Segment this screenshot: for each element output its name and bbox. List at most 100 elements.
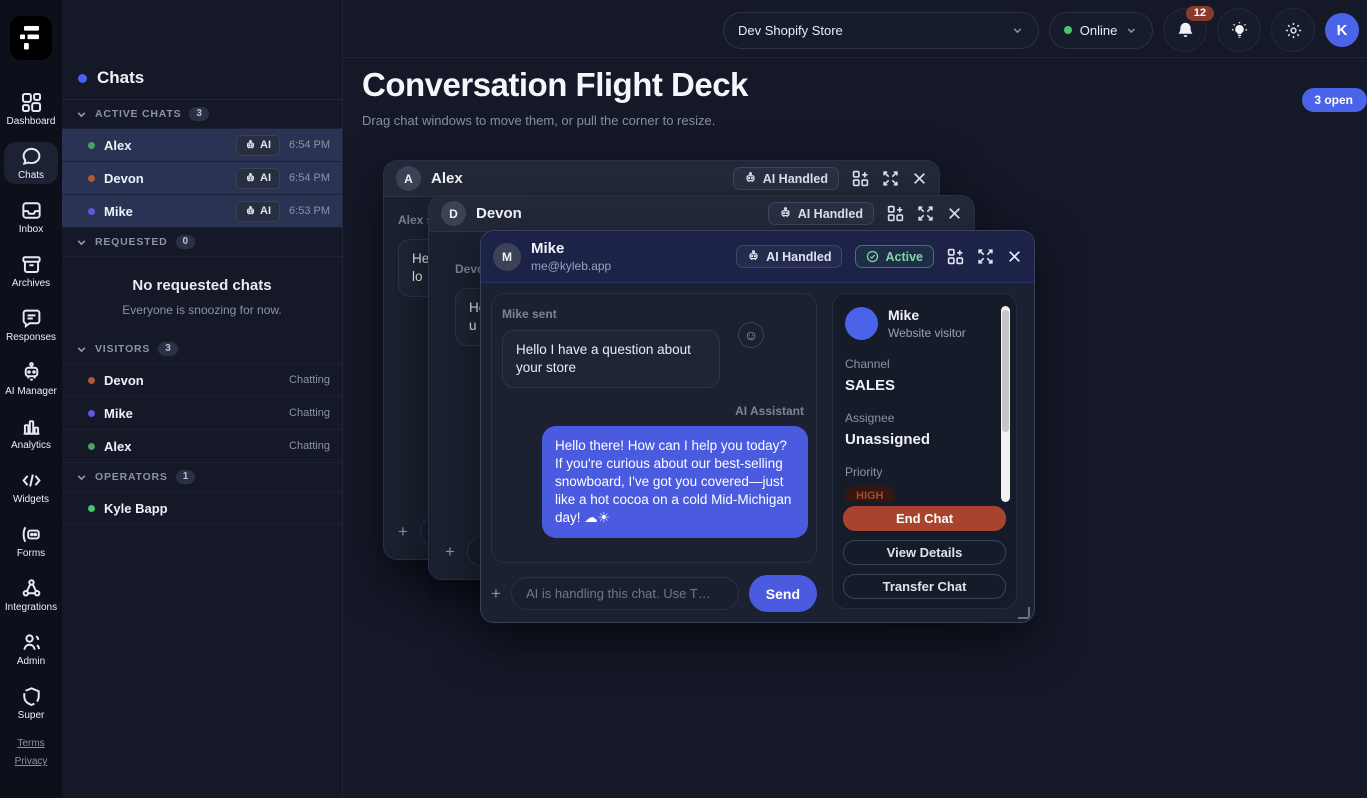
chevron-down-icon [76,237,87,248]
notifications-button[interactable]: 12 [1163,8,1207,52]
chevron-down-icon [1011,24,1024,37]
ai-badge-label: AI [260,139,271,151]
sidebar-item-ai-manager[interactable]: AI Manager [4,358,58,400]
expand-button[interactable] [882,170,899,187]
section-label: OPERATORS [95,471,168,483]
ai-handled-badge: AI Handled [736,245,842,268]
scrollbar-thumb[interactable] [1002,310,1009,432]
attach-button[interactable]: + [398,522,408,542]
ai-badge: AI [236,201,280,222]
chats-icon [21,146,42,167]
sidebar-item-archives[interactable]: Archives [4,250,58,292]
window-header-alex[interactable]: A Alex AI Handled [384,161,939,197]
visitor-name: Devon [104,373,280,388]
attach-button[interactable]: + [445,542,455,562]
sidebar-item-dashboard[interactable]: Dashboard [4,88,58,130]
close-button[interactable] [1007,249,1022,264]
privacy-link[interactable]: Privacy [15,756,48,767]
end-chat-button[interactable]: End Chat [843,506,1006,531]
chats-panel: Chats ACTIVE CHATS 3 Alex AI 6:54 PM Dev… [62,0,343,798]
section-label: ACTIVE CHATS [95,108,181,120]
sidebar-item-integrations[interactable]: Integrations [4,574,58,616]
close-button[interactable] [947,206,962,221]
sidebar-item-label: Admin [17,656,45,667]
close-button[interactable] [912,171,927,186]
ai-handled-label: AI Handled [766,250,831,264]
window-header-devon[interactable]: D Devon AI Handled [429,196,974,232]
presence-dot [88,175,95,182]
presence-dot [88,142,95,149]
details-scrollbar[interactable] [1001,306,1010,502]
grid-plus-icon [852,170,869,187]
section-visitors[interactable]: VISITORS 3 [62,335,342,364]
sidebar-item-widgets[interactable]: Widgets [4,466,58,508]
user-avatar[interactable]: K [1325,13,1359,47]
operator-row-kyle[interactable]: Kyle Bapp [62,492,342,525]
lightbulb-icon [1230,21,1249,40]
terms-link[interactable]: Terms [17,738,44,749]
visitor-row-mike[interactable]: Mike Chatting [62,397,342,430]
chats-panel-title: Chats [97,68,144,88]
section-active-chats[interactable]: ACTIVE CHATS 3 [62,100,342,129]
expand-button[interactable] [977,248,994,265]
expand-button[interactable] [917,205,934,222]
status-selector[interactable]: Online [1049,12,1153,49]
tips-button[interactable] [1217,8,1261,52]
minimize-to-grid-button[interactable] [887,205,904,222]
sidebar-item-responses[interactable]: Responses [4,304,58,346]
send-button[interactable]: Send [749,575,817,612]
section-operators[interactable]: OPERATORS 1 [62,463,342,492]
sidebar-item-admin[interactable]: Admin [4,628,58,670]
chats-status-dot [78,74,87,83]
ai-badge: AI [236,168,280,189]
composer-mike: + Send [491,575,817,612]
chat-row-mike[interactable]: Mike AI 6:53 PM [62,195,342,228]
sidebar-item-super[interactable]: Super [4,682,58,724]
empty-state-subtitle: Everyone is snoozing for now. [78,303,326,317]
sidebar-item-label: Dashboard [7,116,56,127]
online-dot [1064,26,1072,34]
presence-dot [88,443,95,450]
window-header-mike[interactable]: M Mike me@kyleb.app AI Handled Active [481,231,1034,283]
sidebar-item-chats[interactable]: Chats [4,142,58,184]
minimize-to-grid-button[interactable] [852,170,869,187]
store-selector[interactable]: Dev Shopify Store [723,12,1039,49]
visitor-row-devon[interactable]: Devon Chatting [62,364,342,397]
sidebar-item-label: Archives [12,278,50,289]
message-input[interactable] [511,577,739,610]
expand-icon [882,170,899,187]
sidebar-item-label: Analytics [11,440,51,451]
responses-icon [21,308,42,329]
sidebar-item-label: Super [18,710,45,721]
ai-message-bubble: Hello there! How can I help you today? I… [542,426,808,538]
sidebar-item-label: Integrations [5,602,57,613]
visitor-message-bubble: Hello I have a question about your store [502,330,720,388]
transfer-chat-button[interactable]: Transfer Chat [843,574,1006,599]
sidebar-item-inbox[interactable]: Inbox [4,196,58,238]
chevron-down-icon [76,344,87,355]
view-details-button[interactable]: View Details [843,540,1006,565]
attach-button[interactable]: + [491,584,501,604]
rail-footer: Terms Privacy [15,738,48,767]
expand-icon [917,205,934,222]
minimize-to-grid-button[interactable] [947,248,964,265]
visitor-row-alex[interactable]: Alex Chatting [62,430,342,463]
chat-time: 6:54 PM [289,139,330,151]
emoji-reaction-button[interactable]: ☺ [738,322,764,348]
resize-handle[interactable] [1018,607,1030,619]
chat-row-devon[interactable]: Devon AI 6:54 PM [62,162,342,195]
notification-count-badge: 12 [1186,6,1214,21]
chat-row-alex[interactable]: Alex AI 6:54 PM [62,129,342,162]
brand-f-icon [18,24,44,52]
ai-handled-label: AI Handled [798,207,863,221]
section-requested[interactable]: REQUESTED 0 [62,228,342,257]
dashboard-icon [21,92,42,113]
ai-handled-label: AI Handled [763,172,828,186]
chat-window-mike[interactable]: M Mike me@kyleb.app AI Handled Active Mi… [480,230,1035,623]
visitor-email: me@kyleb.app [531,259,726,273]
sidebar-item-analytics[interactable]: Analytics [4,412,58,454]
active-status-badge: Active [855,245,934,268]
store-selector-value: Dev Shopify Store [738,23,843,38]
settings-button[interactable] [1271,8,1315,52]
sidebar-item-forms[interactable]: Forms [4,520,58,562]
